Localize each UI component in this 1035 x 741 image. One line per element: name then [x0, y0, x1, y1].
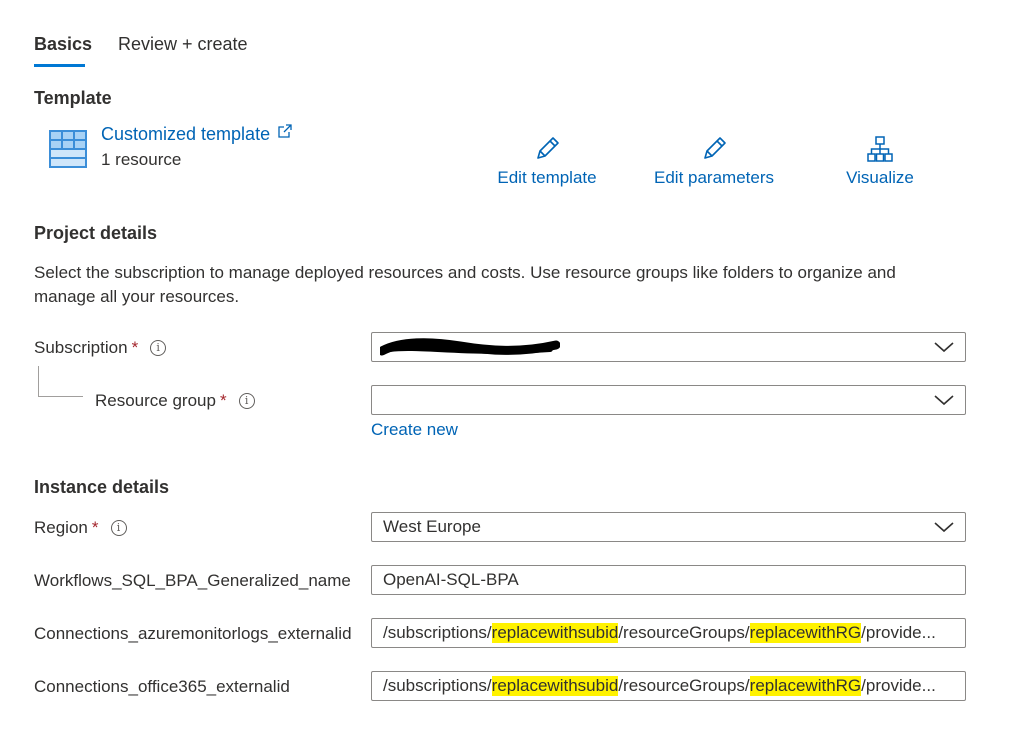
tab-review-create[interactable]: Review + create	[118, 34, 248, 55]
pencil-icon	[537, 137, 559, 159]
azuremonitorlogs-externalid-input[interactable]: /subscriptions/replacewithsubid/resource…	[371, 618, 966, 648]
edit-parameters-label: Edit parameters	[654, 168, 774, 187]
project-details-title: Project details	[34, 223, 158, 243]
info-icon[interactable]: i	[238, 393, 255, 409]
highlighted-rg: replacewithRG	[749, 676, 862, 696]
edit-template-button[interactable]: Edit template	[495, 134, 599, 188]
edit-parameters-button[interactable]: Edit parameters	[652, 134, 776, 188]
resource-group-select[interactable]	[371, 385, 966, 415]
chevron-down-icon	[934, 395, 954, 406]
grid-template-icon	[49, 130, 87, 173]
redaction-scribble	[380, 338, 560, 356]
active-tab-indicator	[34, 64, 85, 67]
workflow-name-input[interactable]: OpenAI-SQL-BPA	[371, 565, 966, 595]
region-select[interactable]: West Europe	[371, 512, 966, 542]
required-marker: *	[91, 518, 99, 537]
info-icon[interactable]: i	[110, 520, 127, 536]
subscription-label: Subscription	[34, 338, 128, 357]
create-new-link[interactable]: Create new	[371, 420, 458, 440]
path-prefix: /subscriptions/	[383, 676, 492, 695]
path-mid: /resourceGroups/	[618, 623, 750, 642]
resource-count: 1 resource	[101, 150, 182, 169]
tab-basics[interactable]: Basics	[34, 34, 92, 55]
edit-template-label: Edit template	[497, 168, 597, 187]
highlighted-rg: replacewithRG	[749, 623, 862, 643]
required-marker: *	[219, 391, 227, 410]
highlighted-subid: replacewithsubid	[491, 623, 619, 643]
hierarchy-icon	[867, 136, 893, 162]
chevron-down-icon	[934, 342, 954, 353]
project-description: Select the subscription to manage deploy…	[34, 263, 896, 306]
path-prefix: /subscriptions/	[383, 623, 492, 642]
customized-template-link[interactable]: Customized template	[101, 124, 292, 145]
region-label-row: Region * i	[34, 518, 127, 538]
office365-externalid-label: Connections_office365_externalid	[34, 677, 290, 696]
azuremonitorlogs-externalid-label: Connections_azuremonitorlogs_externalid	[34, 624, 352, 643]
subscription-select[interactable]	[371, 332, 966, 362]
template-section-title: Template	[34, 88, 112, 108]
office365-externalid-input[interactable]: /subscriptions/replacewithsubid/resource…	[371, 671, 966, 701]
highlighted-subid: replacewithsubid	[491, 676, 619, 696]
workflow-name-value: OpenAI-SQL-BPA	[383, 570, 519, 589]
chevron-down-icon	[934, 522, 954, 533]
region-value: West Europe	[383, 517, 481, 536]
resource-group-label: Resource group	[95, 391, 216, 410]
visualize-label: Visualize	[846, 168, 914, 187]
external-link-icon	[278, 124, 292, 138]
path-suffix: /provide...	[861, 676, 936, 695]
resource-group-label-row: Resource group * i	[95, 391, 255, 411]
instance-details-title: Instance details	[34, 477, 170, 497]
required-marker: *	[131, 338, 139, 357]
visualize-button[interactable]: Visualize	[845, 134, 915, 188]
info-icon[interactable]: i	[150, 340, 167, 356]
tree-connector	[38, 366, 83, 397]
customized-template-label: Customized template	[101, 124, 271, 144]
path-suffix: /provide...	[861, 623, 936, 642]
workflow-name-label: Workflows_SQL_BPA_Generalized_name	[34, 571, 351, 590]
pencil-icon	[704, 137, 726, 159]
subscription-label-row: Subscription * i	[34, 338, 167, 358]
region-label: Region	[34, 518, 88, 537]
path-mid: /resourceGroups/	[618, 676, 750, 695]
